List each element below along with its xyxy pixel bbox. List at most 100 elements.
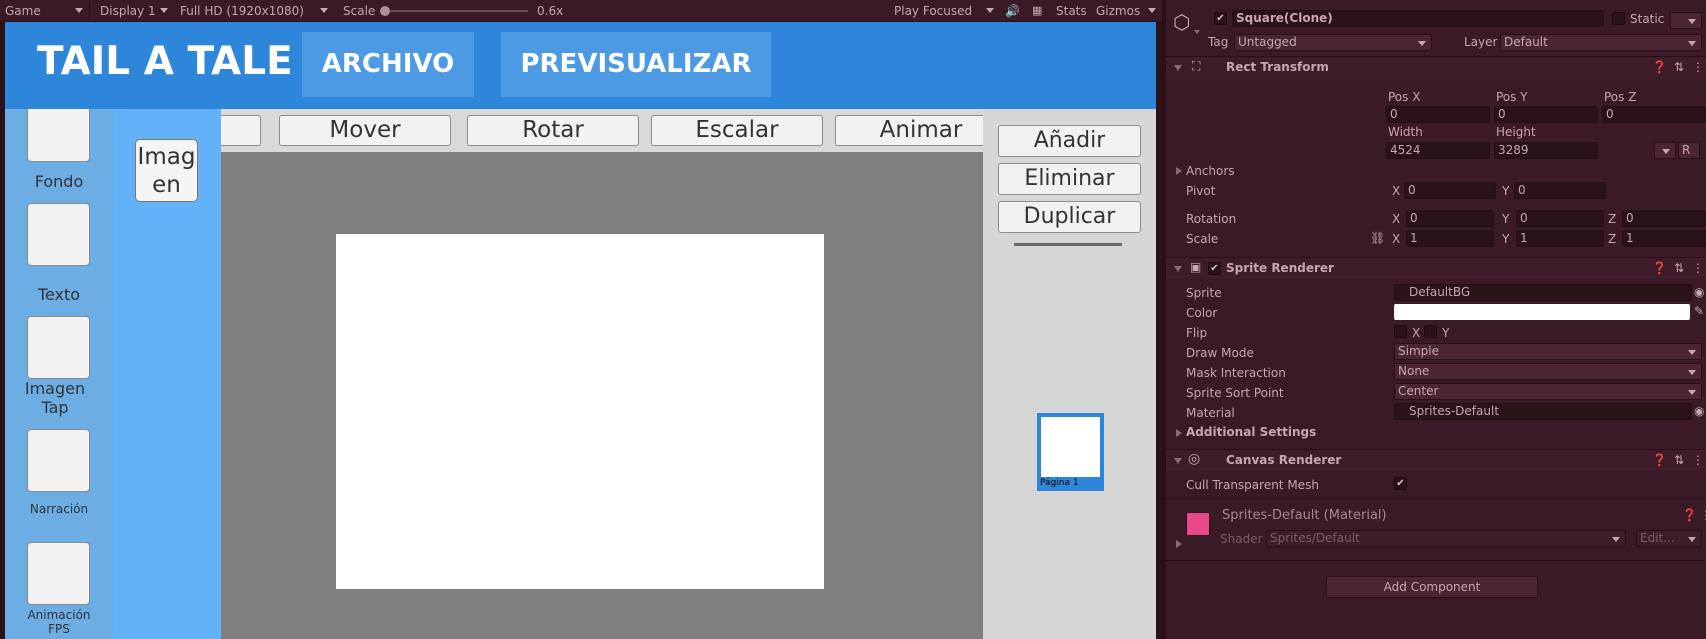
narracion-label: Narración	[29, 502, 89, 516]
tag-dropdown[interactable]: Untagged	[1234, 34, 1432, 51]
additional-settings-label[interactable]: Additional Settings	[1186, 425, 1316, 439]
resolution-dropdown[interactable]: Full HD (1920x1080)	[180, 0, 330, 22]
chevron-right-icon[interactable]	[1176, 167, 1182, 175]
archivo-button[interactable]: ARCHIVO	[302, 32, 474, 97]
eyedropper-icon[interactable]: ✎	[1694, 304, 1704, 318]
stats-button[interactable]: Stats	[1056, 0, 1087, 22]
sprite-sort-point-label: Sprite Sort Point	[1186, 386, 1284, 400]
object-picker-icon[interactable]: ◉	[1694, 404, 1704, 418]
rect-transform-header[interactable]: ⛶ Rect Transform ❓ ⇅ ⋮	[1166, 56, 1706, 78]
chevron-down-icon	[986, 8, 994, 13]
rot-y-field[interactable]: 0	[1516, 210, 1604, 227]
help-icon[interactable]: ❓	[1652, 453, 1667, 467]
rotar-button[interactable]: Rotar	[467, 115, 639, 146]
gizmos-dropdown[interactable]: Gizmos	[1096, 0, 1158, 22]
rot-x-field[interactable]: 0	[1406, 210, 1494, 227]
sprite-field[interactable]: DefaultBG	[1394, 284, 1692, 301]
posx-field[interactable]: 0	[1386, 106, 1490, 123]
escalar-button[interactable]: Escalar	[651, 115, 823, 146]
preset-icon[interactable]: ⇅	[1674, 261, 1684, 275]
more-icon[interactable]: ⋮	[1692, 453, 1704, 467]
mover-button[interactable]: Mover	[279, 115, 451, 146]
display-dropdown[interactable]: Display 1	[100, 0, 170, 22]
cull-transparent-mesh-checkbox[interactable]: ✔	[1394, 477, 1407, 490]
chevron-down-icon	[1174, 458, 1182, 464]
static-dropdown[interactable]	[1670, 12, 1702, 29]
blueprint-button[interactable]	[1654, 142, 1676, 159]
mask-interaction-dropdown[interactable]: None	[1394, 363, 1702, 380]
rot-z-field[interactable]: 0	[1622, 210, 1706, 227]
posy-field[interactable]: 0	[1494, 106, 1598, 123]
pivot-x-field[interactable]: 0	[1404, 182, 1496, 199]
add-component-button[interactable]: Add Component	[1326, 576, 1538, 598]
imagen-tap-tile[interactable]	[27, 316, 90, 379]
scale-value: 0.6x	[537, 4, 564, 18]
game-tab-dropdown[interactable]: Game	[5, 0, 85, 22]
imagen-button[interactable]: Imagen	[135, 139, 198, 202]
scale-slider-handle[interactable]	[380, 6, 390, 16]
posz-field[interactable]: 0	[1602, 106, 1706, 123]
narracion-tile[interactable]	[27, 429, 90, 492]
chevron-right-icon[interactable]	[1176, 540, 1182, 548]
animacion-fps-tile[interactable]	[27, 542, 90, 605]
scale-y-field[interactable]: 1	[1516, 230, 1604, 247]
preset-icon[interactable]: ⇅	[1674, 453, 1684, 467]
anadir-button[interactable]: Añadir	[998, 125, 1141, 157]
object-picker-icon[interactable]: ◉	[1694, 285, 1704, 299]
help-icon[interactable]: ❓	[1652, 261, 1667, 275]
canvas-renderer-header[interactable]: ◎ Canvas Renderer ❓ ⇅ ⋮	[1166, 449, 1706, 471]
tool-button-partial[interactable]	[221, 115, 261, 146]
shader-dropdown[interactable]: Sprites/Default	[1266, 530, 1626, 547]
grid-icon[interactable]: ▦	[1032, 0, 1042, 22]
object-name-field[interactable]: Square(Clone)	[1232, 10, 1604, 27]
material-field[interactable]: Sprites-Default	[1394, 403, 1692, 420]
more-icon[interactable]: ⋮	[1692, 60, 1704, 74]
posz-label: Pos Z	[1604, 90, 1637, 104]
layer-dropdown[interactable]: Default	[1500, 34, 1702, 51]
more-icon[interactable]: ⋮	[1700, 508, 1706, 522]
help-icon[interactable]: ❓	[1652, 60, 1667, 74]
eliminar-button[interactable]: Eliminar	[998, 163, 1141, 195]
flip-y-checkbox[interactable]	[1424, 325, 1437, 338]
link-icon[interactable]: ⛓	[1370, 231, 1385, 245]
shader-edit-button[interactable]: Edit...	[1636, 530, 1702, 547]
sprite-sort-point-dropdown[interactable]: Center	[1394, 383, 1702, 400]
help-icon[interactable]: ❓	[1682, 508, 1697, 522]
fondo-tile[interactable]	[27, 109, 90, 162]
anchors-label: Anchors	[1186, 164, 1235, 178]
divider	[1014, 243, 1122, 246]
texto-tile[interactable]	[27, 203, 90, 266]
sprite-label: Sprite	[1186, 286, 1222, 300]
preset-icon[interactable]: ⇅	[1674, 60, 1684, 74]
rotation-label: Rotation	[1186, 212, 1237, 226]
width-field[interactable]: 4524	[1386, 142, 1490, 159]
flip-x-checkbox[interactable]	[1394, 325, 1407, 338]
play-mode-dropdown[interactable]: Play Focused	[894, 0, 996, 22]
duplicar-button[interactable]: Duplicar	[998, 201, 1141, 233]
more-icon[interactable]: ⋮	[1692, 261, 1704, 275]
pivot-y-field[interactable]: 0	[1514, 182, 1606, 199]
raw-edit-button[interactable]: R	[1678, 142, 1700, 159]
imagen-tap-label: Imagen Tap	[24, 379, 86, 417]
chevron-down-icon	[1174, 266, 1182, 272]
height-field[interactable]: 3289	[1494, 142, 1598, 159]
active-checkbox[interactable]: ✔	[1214, 12, 1227, 25]
scale-slider-track[interactable]	[383, 10, 528, 12]
page-canvas[interactable]	[336, 234, 824, 589]
scale-z-field[interactable]: 1	[1622, 230, 1706, 247]
sprite-renderer-header[interactable]: ▣ ✔ Sprite Renderer ❓ ⇅ ⋮	[1166, 257, 1706, 279]
previsualizar-button[interactable]: PREVISUALIZAR	[501, 32, 771, 97]
canvas-editor: Mover Rotar Escalar Animar	[221, 109, 983, 639]
draw-mode-dropdown[interactable]: Simple	[1394, 343, 1702, 360]
static-checkbox[interactable]	[1612, 12, 1625, 25]
chevron-right-icon[interactable]	[1176, 429, 1182, 437]
color-swatch[interactable]	[1394, 304, 1690, 320]
game-tab-label: Game	[5, 4, 41, 18]
page-thumbnail[interactable]: Página 1	[1037, 413, 1104, 491]
speaker-icon[interactable]: 🔊	[1005, 0, 1020, 22]
thumbnail-label: Página 1	[1040, 478, 1079, 488]
animar-button[interactable]: Animar	[835, 115, 983, 146]
sprite-renderer-enabled-checkbox[interactable]: ✔	[1208, 262, 1221, 275]
scale-z-label: Z	[1608, 232, 1617, 246]
scale-x-field[interactable]: 1	[1406, 230, 1494, 247]
